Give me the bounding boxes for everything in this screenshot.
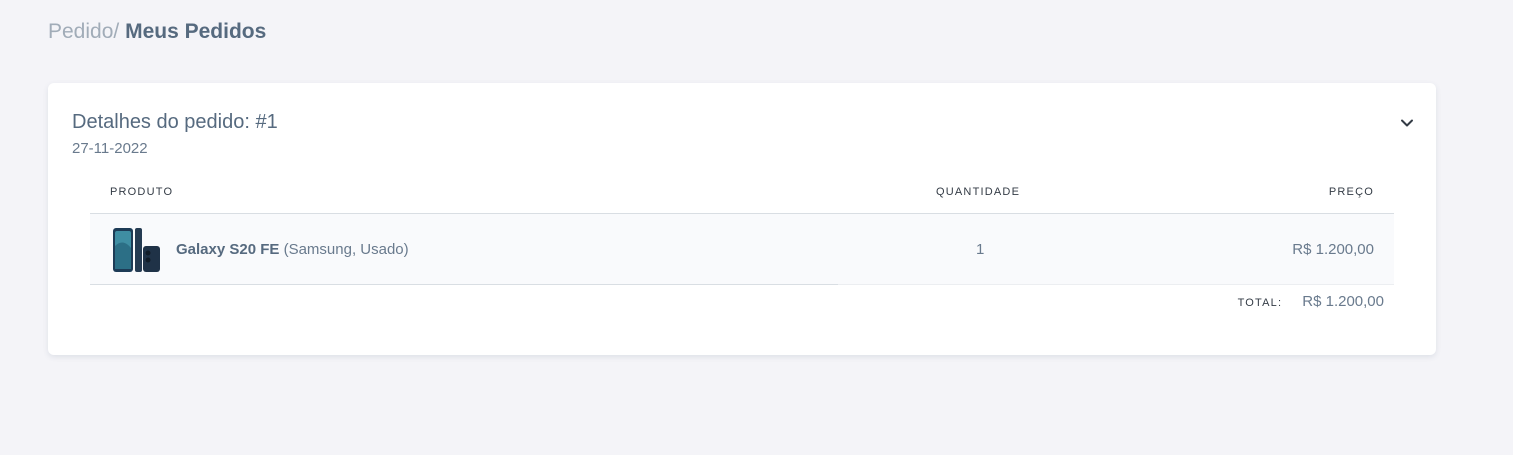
column-header-quantity: QUANTIDADE: [936, 186, 1021, 198]
table-row: Galaxy S20 FE (Samsung, Usado) 1 R$ 1.20…: [90, 214, 1394, 285]
product-thumbnail: [112, 226, 160, 274]
order-total: TOTAL: R$ 1.200,00: [1238, 293, 1384, 310]
column-header-product: PRODUTO: [110, 186, 174, 198]
product-price: R$ 1.200,00: [1292, 241, 1374, 258]
total-value: R$ 1.200,00: [1302, 293, 1384, 310]
total-label: TOTAL:: [1237, 297, 1283, 309]
order-card: Detalhes do pedido: #1 27-11-2022 PRODUT…: [48, 83, 1436, 355]
order-items-table: PRODUTO QUANTIDADE PREÇO Galaxy S20 FE (…: [90, 185, 1394, 285]
breadcrumb: Pedido/ Meus Pedidos: [48, 18, 266, 46]
page-title: Meus Pedidos: [125, 20, 267, 43]
product-quantity: 1: [976, 241, 985, 258]
table-header: PRODUTO QUANTIDADE PREÇO: [90, 185, 1394, 214]
row-divider: [90, 284, 838, 285]
product-cell: Galaxy S20 FE (Samsung, Usado): [176, 241, 409, 258]
chevron-down-icon[interactable]: [1400, 116, 1414, 130]
product-name: Galaxy S20 FE: [176, 241, 280, 258]
breadcrumb-parent[interactable]: Pedido/: [48, 20, 119, 43]
column-header-price: PREÇO: [1328, 186, 1374, 198]
product-detail: (Samsung, Usado): [283, 241, 409, 258]
row-divider-light: [838, 284, 1394, 285]
order-date: 27-11-2022: [72, 140, 148, 157]
order-title: Detalhes do pedido: #1: [72, 111, 278, 133]
